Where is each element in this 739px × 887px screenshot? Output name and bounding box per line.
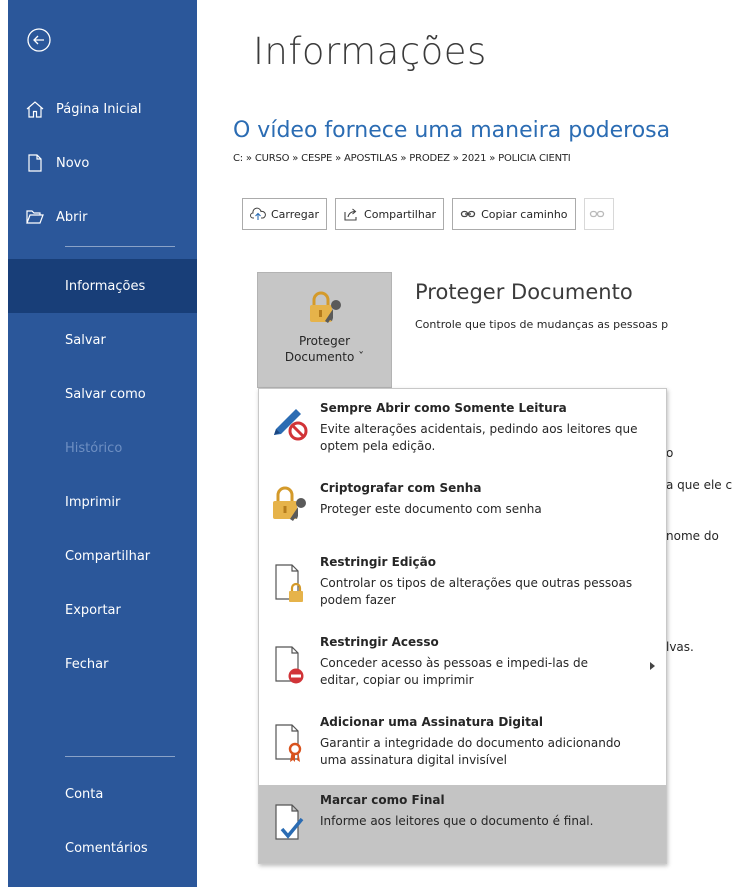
background-text: o: [666, 446, 674, 460]
sidebar-item-feedback[interactable]: Comentários: [8, 821, 197, 875]
sidebar-item-label: Comentários: [65, 840, 148, 856]
share-label: Compartilhar: [364, 207, 437, 221]
sidebar-item-share[interactable]: Compartilhar: [8, 529, 197, 583]
info-toolbar: Carregar Compartilhar Copiar caminho: [242, 198, 614, 232]
protect-section-description: Controle que tipos de mudanças as pessoa…: [415, 318, 669, 331]
copy-path-button[interactable]: Copiar caminho: [452, 198, 576, 230]
nav-home[interactable]: Página Inicial: [8, 82, 197, 136]
menu-item-encrypt-with-password[interactable]: Criptografar com Senha Proteger este doc…: [259, 477, 666, 545]
nav-open[interactable]: Abrir: [8, 190, 197, 244]
protect-label-line1: Proteger: [298, 334, 351, 348]
sidebar-divider: [65, 246, 175, 247]
page-title: Informações: [253, 30, 487, 73]
new-document-icon: [24, 152, 46, 174]
lock-key-icon: [273, 486, 306, 521]
sidebar-item-label: Salvar como: [65, 386, 146, 402]
protect-document-menu: Sempre Abrir como Somente Leitura Evite …: [258, 388, 667, 864]
menu-item-description: Controlar os tipos de alterações que out…: [320, 576, 633, 607]
protect-document-label: Proteger Documento ˇ: [285, 333, 364, 365]
upload-label: Carregar: [271, 207, 320, 221]
sidebar-item-export[interactable]: Exportar: [8, 583, 197, 637]
breadcrumb[interactable]: C: » CURSO » CESPE » APOSTILAS » PRODEZ …: [233, 153, 571, 164]
sidebar-divider: [65, 756, 175, 757]
share-button[interactable]: Compartilhar: [335, 198, 445, 230]
document-restricted-icon: [275, 646, 304, 684]
sidebar-item-label: Informações: [65, 278, 146, 294]
sidebar-item-label: Exportar: [65, 602, 121, 618]
document-ribbon-icon: [275, 724, 302, 762]
menu-item-title: Restringir Acesso: [320, 635, 439, 649]
link-icon: [589, 206, 605, 222]
document-title: O vídeo fornece uma maneira poderosa: [233, 118, 671, 143]
nav-home-label: Página Inicial: [56, 101, 142, 117]
upload-button[interactable]: Carregar: [242, 198, 328, 230]
sidebar-item-label: Salvar: [65, 332, 106, 348]
menu-item-description: Conceder acesso às pessoas e impedi-las …: [320, 656, 588, 687]
protect-document-button[interactable]: Proteger Documento ˇ: [257, 272, 392, 388]
submenu-chevron-right-icon: [650, 662, 655, 670]
sidebar-item-save-as[interactable]: Salvar como: [8, 367, 197, 421]
sidebar-item-account[interactable]: Conta: [8, 767, 197, 821]
background-text: lvas.: [666, 640, 694, 654]
sidebar-item-history: Histórico: [8, 421, 197, 475]
sidebar-item-info[interactable]: Informações: [8, 259, 197, 313]
copy-path-label: Copiar caminho: [481, 207, 568, 221]
sidebar-item-label: Conta: [65, 786, 104, 802]
sidebar-item-label: Imprimir: [65, 494, 121, 510]
back-button[interactable]: [25, 26, 53, 54]
sidebar-item-save[interactable]: Salvar: [8, 313, 197, 367]
menu-item-title: Marcar como Final: [320, 793, 445, 807]
background-text: nome do: [666, 529, 719, 543]
menu-item-title: Adicionar uma Assinatura Digital: [320, 715, 544, 729]
sidebar-item-label: Compartilhar: [65, 548, 151, 564]
document-lock-icon: [275, 564, 303, 602]
backstage-sidebar: Página Inicial Novo Abrir Informações Sa…: [8, 0, 197, 887]
menu-item-description: Proteger este documento com senha: [320, 502, 542, 516]
pencil-prohibited-icon: [274, 409, 308, 441]
menu-item-title: Criptografar com Senha: [320, 481, 482, 495]
menu-item-restrict-editing[interactable]: Restringir Edição Controlar os tipos de …: [259, 545, 666, 625]
open-folder-icon: [24, 206, 46, 228]
menu-item-description: Garantir a integridade do documento adic…: [320, 736, 621, 767]
sidebar-item-close[interactable]: Fechar: [8, 637, 197, 691]
sidebar-item-label: Histórico: [65, 440, 123, 456]
share-icon: [343, 206, 359, 222]
background-text: a que ele c: [666, 478, 733, 492]
menu-item-title: Restringir Edição: [320, 555, 436, 569]
nav-new[interactable]: Novo: [8, 136, 197, 190]
menu-item-title: Sempre Abrir como Somente Leitura: [320, 401, 567, 415]
link-icon: [460, 206, 476, 222]
nav-new-label: Novo: [56, 155, 90, 171]
open-location-button[interactable]: [583, 198, 614, 230]
sidebar-item-label: Fechar: [65, 656, 109, 672]
back-arrow-icon: [27, 28, 51, 52]
menu-item-mark-as-final[interactable]: Marcar como Final Informe aos leitores q…: [259, 785, 666, 863]
protect-label-line2: Documento ˇ: [284, 350, 365, 364]
sidebar-item-print[interactable]: Imprimir: [8, 475, 197, 529]
menu-item-always-open-read-only[interactable]: Sempre Abrir como Somente Leitura Evite …: [259, 389, 666, 477]
nav-open-label: Abrir: [56, 209, 88, 225]
cloud-upload-icon: [250, 206, 266, 222]
menu-item-add-digital-signature[interactable]: Adicionar uma Assinatura Digital Garanti…: [259, 705, 666, 785]
lock-key-icon: [309, 291, 341, 323]
home-icon: [24, 98, 46, 120]
menu-item-description: Informe aos leitores que o documento é f…: [320, 814, 594, 828]
protect-section-title: Proteger Documento: [415, 280, 633, 304]
menu-item-description: Evite alterações acidentais, pedindo aos…: [320, 422, 638, 453]
document-check-icon: [275, 804, 304, 840]
menu-item-restrict-access[interactable]: Restringir Acesso Conceder acesso às pes…: [259, 625, 666, 705]
